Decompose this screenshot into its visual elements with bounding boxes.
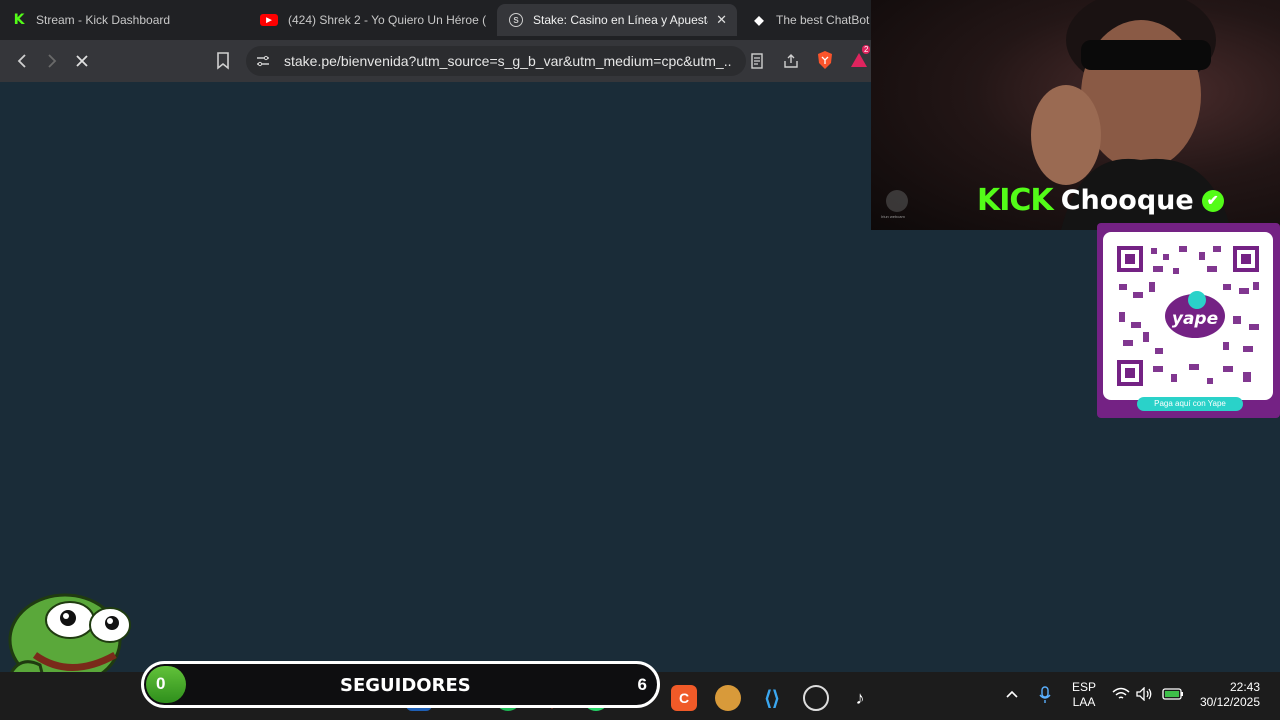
follower-progress-fill (146, 666, 186, 703)
forward-icon[interactable] (41, 50, 63, 72)
chatbot-icon: ◆ (754, 13, 764, 27)
url-text: stake.pe/bienvenida?utm_source=s_g_b_var… (284, 53, 732, 69)
volume-icon[interactable] (1136, 686, 1154, 705)
language-code: ESP (1071, 680, 1096, 694)
tab-label: Stake: Casino en Línea y Apuesta (533, 13, 708, 27)
tab-stake[interactable]: S Stake: Casino en Línea y Apuesta ✕ (497, 4, 737, 36)
follower-goal-target: 6 (637, 675, 647, 694)
close-tab-icon[interactable]: ✕ (716, 12, 727, 28)
back-icon[interactable] (11, 50, 33, 72)
youtube-icon: ▶ (260, 14, 278, 26)
kick-logo: KICK (977, 183, 1054, 218)
address-bar[interactable]: stake.pe/bienvenida?utm_source=s_g_b_var… (246, 46, 746, 76)
language-indicator[interactable]: ESP LAA (1068, 680, 1100, 710)
follower-goal-label: SEGUIDORES (340, 675, 471, 696)
qr-code: yape (1103, 232, 1273, 400)
rewards-badge: 2 (862, 45, 871, 54)
follower-goal-bar: 0 SEGUIDORES 6 (141, 661, 660, 708)
wifi-icon[interactable] (1112, 687, 1130, 705)
follower-count: 0 (156, 674, 166, 693)
brave-rewards-icon[interactable]: 2 (848, 45, 871, 71)
streamer-name: Chooque (1060, 185, 1194, 216)
game-app-icon[interactable] (715, 685, 741, 711)
keyboard-layout: LAA (1072, 695, 1096, 709)
tiktok-icon[interactable]: ♪ (847, 685, 873, 711)
vscode-icon[interactable]: ⟨⟩ (759, 685, 785, 711)
clock-date: 30/12/2025 (1199, 695, 1260, 709)
tab-shrek-video[interactable]: ▶ (424) Shrek 2 - Yo Quiero Un Héroe ( (248, 4, 493, 36)
stake-icon: S (509, 13, 523, 27)
bookmark-icon[interactable] (212, 50, 234, 72)
reader-mode-icon[interactable] (746, 50, 768, 72)
brave-shields-icon[interactable] (814, 49, 836, 71)
tab-label: The best ChatBot (776, 13, 870, 27)
stop-loading-icon[interactable] (71, 50, 93, 72)
tab-kick-dashboard[interactable]: K Stream - Kick Dashboard (0, 4, 245, 36)
yape-logo: yape (1172, 309, 1218, 329)
share-icon[interactable] (780, 50, 802, 72)
clock[interactable]: 22:43 30/12/2025 (1196, 680, 1266, 710)
clock-time: 22:43 (1229, 680, 1260, 694)
webcam-caption: Iriun webcam (881, 214, 905, 219)
yape-pay-label: Paga aquí con Yape (1137, 397, 1243, 411)
microphone-icon[interactable] (1039, 686, 1051, 708)
obs-icon[interactable] (803, 685, 829, 711)
site-settings-icon[interactable] (256, 54, 270, 68)
tab-label: (424) Shrek 2 - Yo Quiero Un Héroe ( (288, 13, 487, 27)
chevron-up-icon[interactable] (1005, 688, 1019, 703)
battery-icon[interactable] (1162, 688, 1184, 704)
crunchyroll-icon[interactable]: C (671, 685, 697, 711)
tab-chatbot[interactable]: ◆ The best ChatBot (740, 4, 871, 36)
webcam-logo-icon (886, 190, 908, 212)
kick-icon: K (13, 12, 25, 28)
yape-qr-panel: yape Paga aquí con Yape (1097, 223, 1280, 418)
verified-check-icon: ✔ (1201, 189, 1224, 212)
streamer-name-label: KICK Chooque ✔ (977, 183, 1224, 218)
tab-label: Stream - Kick Dashboard (36, 13, 171, 27)
